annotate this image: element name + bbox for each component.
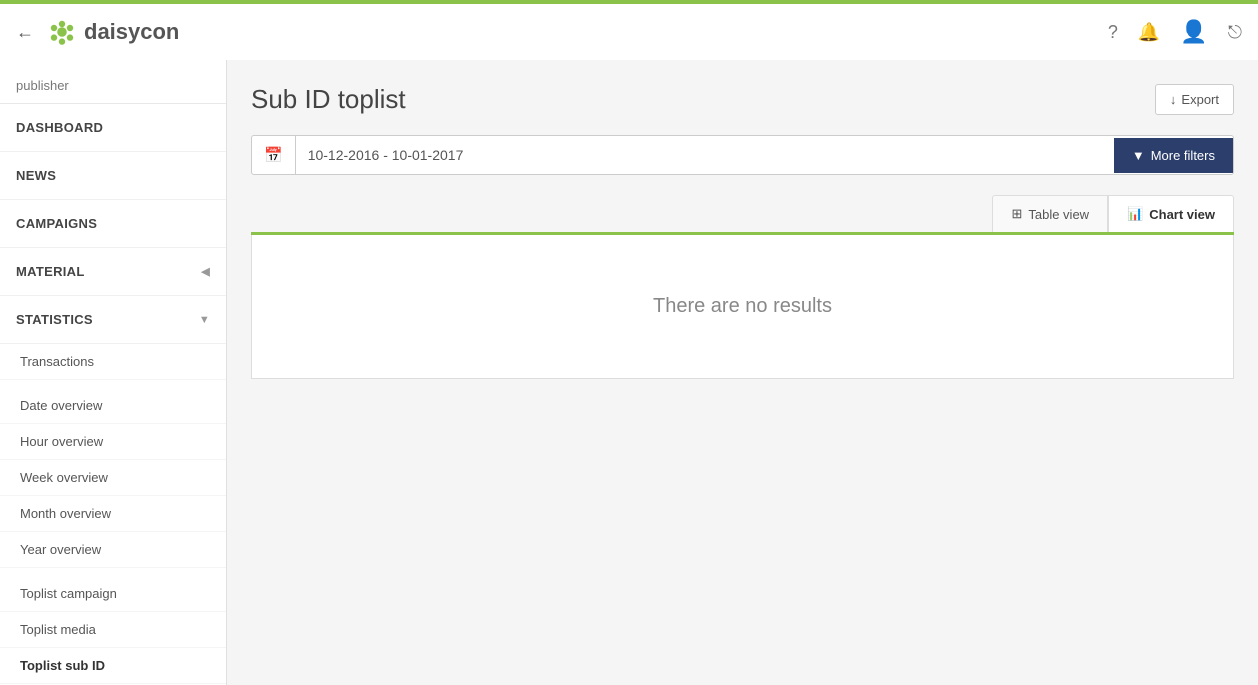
sidebar-item-dashboard[interactable]: DASHBOARD — [0, 104, 226, 152]
material-chevron-icon: ◀ — [201, 265, 210, 278]
back-button[interactable]: ← — [16, 22, 34, 43]
sidebar-item-statistics-label: STATISTICS — [16, 312, 93, 327]
chart-view-label: Chart view — [1149, 207, 1215, 222]
sidebar-publisher: publisher — [0, 60, 226, 104]
sidebar-item-campaigns-label: CAMPAIGNS — [16, 216, 97, 231]
sidebar-sub-year-overview[interactable]: Year overview — [0, 532, 226, 568]
tab-table-view[interactable]: ⊞ Table view — [992, 195, 1108, 232]
sidebar-item-dashboard-label: DASHBOARD — [16, 120, 103, 135]
user-avatar[interactable]: 👤 — [1180, 19, 1207, 45]
main-layout: publisher DASHBOARD NEWS CAMPAIGNS MATER… — [0, 60, 1258, 685]
filter-bar: 📅 ▼ More filters — [251, 135, 1234, 175]
sidebar-sub-month-overview[interactable]: Month overview — [0, 496, 226, 532]
page-header: Sub ID toplist ↓ Export — [251, 84, 1234, 115]
announce-icon[interactable]: 🔔 — [1138, 22, 1160, 43]
sidebar-sub-date-overview[interactable]: Date overview — [0, 388, 226, 424]
more-filters-label: More filters — [1151, 148, 1215, 163]
sidebar-item-campaigns[interactable]: CAMPAIGNS — [0, 200, 226, 248]
tab-chart-view[interactable]: 📊 Chart view — [1108, 195, 1234, 232]
sidebar-item-news-label: NEWS — [16, 168, 56, 183]
sidebar-item-news[interactable]: NEWS — [0, 152, 226, 200]
topbar: ← daisycon ? 🔔 👤 ⎋ — [0, 0, 1258, 60]
back-icon: ← — [16, 22, 34, 42]
sidebar-sub-toplist-campaign[interactable]: Toplist campaign — [0, 576, 226, 612]
sidebar-sub-hour-overview[interactable]: Hour overview — [0, 424, 226, 460]
sidebar-sub-toplist-media[interactable]: Toplist media — [0, 612, 226, 648]
export-button[interactable]: ↓ Export — [1155, 84, 1234, 115]
view-tabs: ⊞ Table view 📊 Chart view — [251, 195, 1234, 235]
topbar-left: ← daisycon — [16, 16, 179, 48]
logo-text: daisycon — [84, 19, 179, 45]
calendar-icon: 📅 — [252, 136, 296, 174]
table-view-label: Table view — [1028, 207, 1089, 222]
page-title: Sub ID toplist — [251, 84, 406, 115]
topbar-right: ? 🔔 👤 ⎋ — [1108, 19, 1242, 45]
main-content: Sub ID toplist ↓ Export 📅 ▼ More filters… — [227, 60, 1258, 685]
sidebar-sub-toplist-sub-id[interactable]: Toplist sub ID — [0, 648, 226, 684]
chart-view-icon: 📊 — [1127, 206, 1143, 222]
date-range-input[interactable] — [296, 137, 1114, 173]
filter-icon: ▼ — [1132, 148, 1145, 163]
table-view-icon: ⊞ — [1011, 206, 1022, 222]
logo-icon — [46, 16, 78, 48]
results-area: There are no results — [251, 235, 1234, 379]
sidebar-item-material-label: MATERIAL — [16, 264, 85, 279]
logout-icon[interactable]: ⎋ — [1228, 22, 1242, 43]
export-label: Export — [1181, 92, 1219, 107]
empty-results-message: There are no results — [653, 295, 832, 318]
logo: daisycon — [46, 16, 179, 48]
sidebar-sub-transactions[interactable]: Transactions — [0, 344, 226, 380]
sidebar-item-material[interactable]: MATERIAL ◀ — [0, 248, 226, 296]
sidebar-item-statistics[interactable]: STATISTICS ▼ — [0, 296, 226, 344]
help-icon[interactable]: ? — [1108, 22, 1118, 43]
statistics-chevron-icon: ▼ — [199, 314, 210, 326]
export-icon: ↓ — [1170, 92, 1177, 107]
sidebar-sub-week-overview[interactable]: Week overview — [0, 460, 226, 496]
sidebar: publisher DASHBOARD NEWS CAMPAIGNS MATER… — [0, 60, 227, 685]
more-filters-button[interactable]: ▼ More filters — [1114, 138, 1233, 173]
